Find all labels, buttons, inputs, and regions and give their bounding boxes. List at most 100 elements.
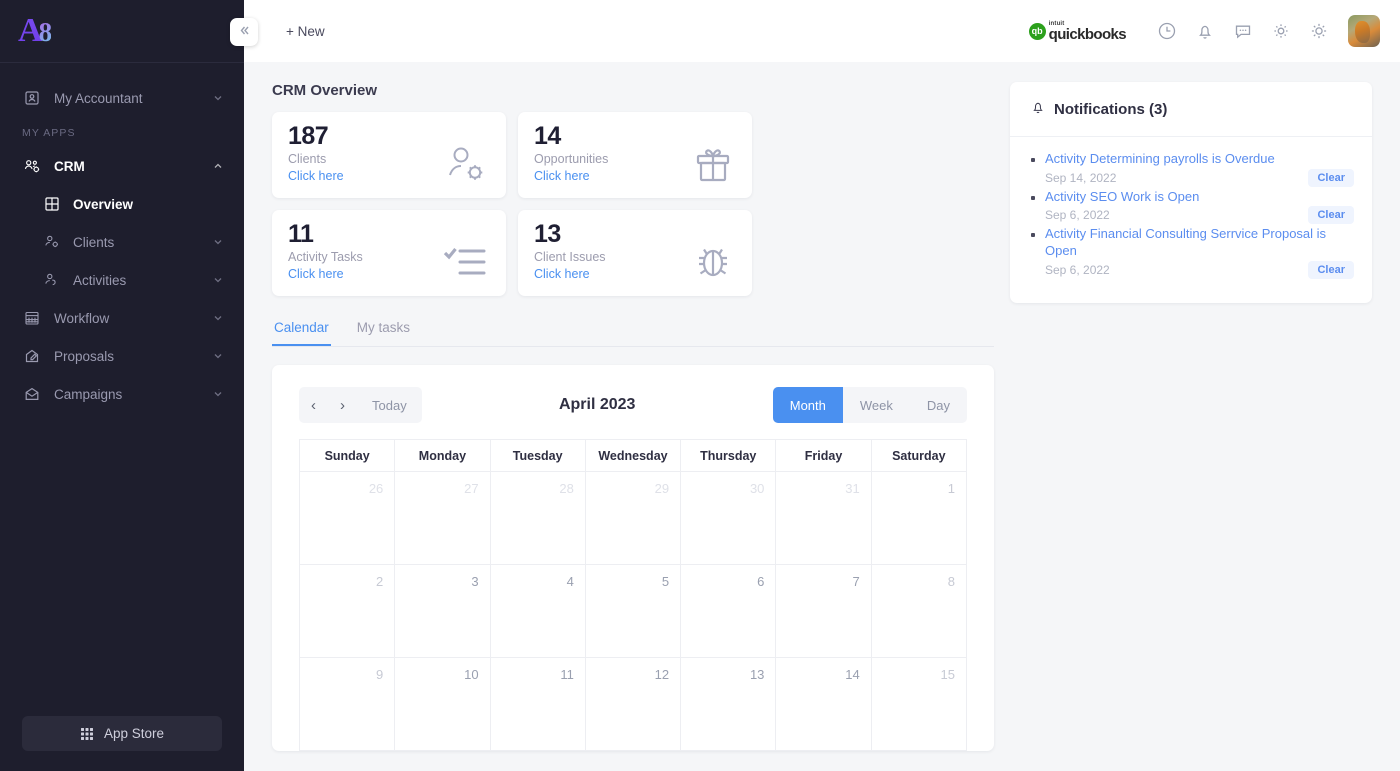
notification-clear-button[interactable]: Clear <box>1308 206 1354 225</box>
stat-link[interactable]: Click here <box>288 267 363 281</box>
calendar-grid-icon <box>22 308 42 328</box>
notification-link[interactable]: Activity Determining payrolls is Overdue <box>1045 151 1354 168</box>
sidebar-item-workflow[interactable]: Workflow <box>0 299 244 337</box>
calendar-view-day[interactable]: Day <box>910 387 967 423</box>
new-button[interactable]: + New <box>286 24 325 39</box>
stat-card-activity-tasks[interactable]: 11 Activity Tasks Click here <box>272 210 506 296</box>
sun-icon[interactable] <box>1300 12 1338 50</box>
top-bar: + New qb intuit quickbooks <box>244 0 1400 62</box>
calendar-cell[interactable]: 6 <box>680 564 777 658</box>
calendar-cell[interactable]: 8 <box>870 564 968 658</box>
content-area: CRM Overview 187 Clients Click here 14 O… <box>244 62 1400 771</box>
calendar-view-week[interactable]: Week <box>843 387 910 423</box>
calendar-cell[interactable]: 11 <box>489 657 586 751</box>
stat-text: 14 Opportunities Click here <box>534 123 608 198</box>
calendar-nav-group: ‹ › Today <box>299 387 422 423</box>
sidebar-item-label: Workflow <box>54 310 110 326</box>
calendar-cell[interactable]: 13 <box>680 657 777 751</box>
calendar-cell[interactable]: 10 <box>394 657 491 751</box>
sidebar-item-overview[interactable]: Overview <box>0 185 244 223</box>
sidebar-item-clients[interactable]: Clients <box>0 223 244 261</box>
sidebar-section-label: MY APPS <box>22 127 76 139</box>
sidebar: A8 My Accountant MY APPS CRM Overview Cl… <box>0 0 258 771</box>
calendar-today-button[interactable]: Today <box>357 387 422 423</box>
notifications-list: Activity Determining payrolls is Overdue… <box>1028 151 1354 279</box>
notification-link[interactable]: Activity SEO Work is Open <box>1045 189 1354 206</box>
stat-link[interactable]: Click here <box>288 169 344 183</box>
sidebar-item-label: Activities <box>73 272 127 288</box>
quickbooks-wordmark: intuit quickbooks <box>1048 21 1127 43</box>
calendar-cell[interactable]: 2 <box>298 564 396 658</box>
calendar-title: April 2023 <box>558 396 636 413</box>
right-column: Notifications (3) Activity Determining p… <box>1010 82 1372 771</box>
calendar-head: Sunday Monday Tuesday Wednesday Thursday… <box>298 439 968 472</box>
calendar-cell[interactable]: 5 <box>584 564 682 658</box>
calendar-cell[interactable]: 14 <box>775 657 872 751</box>
notification-date: Sep 6, 2022 <box>1045 208 1110 223</box>
sidebar-item-label: Campaigns <box>54 386 123 402</box>
bell-icon[interactable] <box>1186 12 1224 50</box>
calendar-cell[interactable]: 12 <box>584 657 682 751</box>
calendar-cell[interactable]: 27 <box>394 471 491 565</box>
stat-link[interactable]: Click here <box>534 169 608 183</box>
calendar-cell[interactable]: 1 <box>870 471 968 565</box>
calendar-next-button[interactable]: › <box>328 387 357 423</box>
stat-value: 11 <box>288 220 314 248</box>
chat-icon[interactable] <box>1224 12 1262 50</box>
sidebar-collapse-button[interactable] <box>230 18 258 46</box>
calendar-prev-button[interactable]: ‹ <box>299 387 328 423</box>
calendar-week-row: 9 10 11 12 13 14 15 <box>298 657 968 751</box>
document-pen-icon <box>22 346 42 366</box>
calendar-cell[interactable]: 29 <box>584 471 682 565</box>
notification-date: Sep 14, 2022 <box>1045 170 1117 185</box>
chevron-down-icon <box>212 274 224 286</box>
stat-card-opportunities[interactable]: 14 Opportunities Click here <box>518 112 752 198</box>
grid-icon <box>42 194 62 214</box>
calendar-view-group: Month Week Day <box>772 387 967 423</box>
notification-meta: Sep 14, 2022 Clear <box>1045 168 1354 187</box>
sidebar-item-proposals[interactable]: Proposals <box>0 337 244 375</box>
sidebar-item-my-accountant[interactable]: My Accountant <box>0 79 244 117</box>
calendar-cell[interactable]: 15 <box>870 657 968 751</box>
notification-clear-button[interactable]: Clear <box>1308 260 1354 279</box>
calendar-day-header: Wednesday <box>584 439 682 472</box>
calendar-cell[interactable]: 3 <box>394 564 491 658</box>
gear-icon[interactable] <box>1262 12 1300 50</box>
chevron-double-left-icon <box>238 24 251 40</box>
chevron-down-icon <box>212 92 224 104</box>
person-gear-icon <box>444 123 490 198</box>
sidebar-item-campaigns[interactable]: Campaigns <box>0 375 244 413</box>
quickbooks-logo[interactable]: qb intuit quickbooks <box>1028 21 1127 43</box>
stat-card-client-issues[interactable]: 13 Client Issues Click here <box>518 210 752 296</box>
app-store-button[interactable]: App Store <box>22 716 222 751</box>
notification-meta: Sep 6, 2022 Clear <box>1045 260 1354 279</box>
calendar-cell[interactable]: 26 <box>298 471 396 565</box>
notification-clear-button[interactable]: Clear <box>1308 168 1354 187</box>
quickbooks-label: quickbooks <box>1048 25 1127 43</box>
notification-item: Activity Financial Consulting Serrvice P… <box>1028 226 1354 279</box>
calendar-cell[interactable]: 28 <box>489 471 586 565</box>
notification-link[interactable]: Activity Financial Consulting Serrvice P… <box>1045 226 1354 259</box>
stat-card-clients[interactable]: 187 Clients Click here <box>272 112 506 198</box>
sidebar-item-crm[interactable]: CRM <box>0 147 244 185</box>
stat-link[interactable]: Click here <box>534 267 606 281</box>
calendar-cell[interactable]: 7 <box>775 564 872 658</box>
stat-value: 187 <box>288 122 329 150</box>
calendar-cell[interactable]: 30 <box>680 471 777 565</box>
person-check-icon <box>42 270 62 290</box>
clock-icon[interactable] <box>1148 12 1186 50</box>
contact-card-icon <box>22 88 42 108</box>
calendar-cell[interactable]: 9 <box>298 657 396 751</box>
app-logo[interactable]: A8 <box>0 0 244 62</box>
calendar-cell[interactable]: 31 <box>775 471 872 565</box>
notification-date: Sep 6, 2022 <box>1045 262 1110 277</box>
sidebar-item-activities[interactable]: Activities <box>0 261 244 299</box>
tab-calendar[interactable]: Calendar <box>272 320 331 346</box>
person-gear-icon <box>42 232 62 252</box>
tab-my-tasks[interactable]: My tasks <box>355 320 412 346</box>
envelope-open-icon <box>22 384 42 404</box>
bug-icon <box>692 221 736 296</box>
avatar[interactable] <box>1348 15 1380 47</box>
calendar-cell[interactable]: 4 <box>489 564 586 658</box>
calendar-view-month[interactable]: Month <box>772 387 843 423</box>
